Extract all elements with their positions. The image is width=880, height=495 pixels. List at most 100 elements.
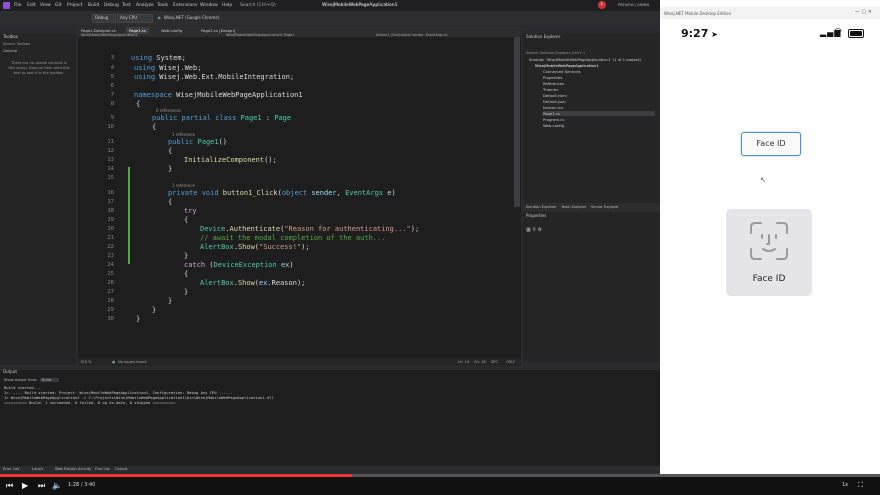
sol-default-html[interactable]: Default.html [543,93,567,98]
sol-references[interactable]: References [543,81,564,86]
line-number: 5 [110,74,114,80]
playback-speed[interactable]: 1x [842,482,848,488]
menu-debug[interactable]: Debug [104,3,119,8]
code-line-30: } [136,315,141,323]
menu-window[interactable]: Window [200,3,218,8]
line-number: 16 [107,190,114,196]
sol-web-config[interactable]: Web.config [543,123,564,128]
user-avatar[interactable]: L [598,1,606,9]
line-gutter: 3 4 5 6 7 8 9 10 11 12 13 14 15 16 17 18 19 20 21 22 23 24 25 2… [78,37,130,358]
sol-properties[interactable]: Properties [543,75,562,80]
tab-web-publish[interactable]: Web Publish Activity [55,467,91,471]
menu-project[interactable]: Project [67,3,82,8]
code-editor[interactable]: 3 4 5 6 7 8 9 10 11 12 13 14 15 16 17 18 19 20 21 22 23 24 25 2… [78,37,521,366]
run-target-button[interactable]: Wisej.NET (Google Chrome) [164,15,219,20]
menu-test[interactable]: Test [122,3,131,8]
tab-web-config[interactable]: Web.config [158,27,185,34]
menu-bar: File Edit View Git Project Build Debug T… [0,0,660,11]
tab-locals[interactable]: Locals [32,467,43,471]
sol-connected-services[interactable]: Connected Services [543,69,581,74]
line-number: 27 [107,289,114,295]
output-line-4: ========== Build: 1 succeeded, 0 failed,… [4,400,176,405]
column-position: Ch: 16 [474,360,486,364]
line-number: 28 [107,298,114,304]
bottom-tool-tabs: Error List Locals Web Publish Activity F… [0,466,660,471]
code-line-25: { [184,270,189,278]
fullscreen-icon[interactable]: ⛶ [858,481,863,490]
next-icon[interactable]: ⏭ [38,481,45,491]
sol-themes[interactable]: Themes [543,87,558,92]
line-number: 25 [107,271,114,277]
code-line-9: public partial class Page1 : Page [152,114,292,122]
code-line-11: public Page1() [168,138,228,146]
solution-bottom-tabs: Solution Explorer Team Explorer Server E… [523,203,660,211]
video-player-bar: ⏮ ▶ ⏭ 🔈 1:28 / 3:40 1x ⛶ [0,477,880,495]
menu-extensions[interactable]: Extensions [173,3,197,8]
solution-root[interactable]: Solution 'WisejMobileWebPageApplication1… [529,57,641,62]
code-line-29: } [152,306,157,314]
menu-analyze[interactable]: Analyze [136,3,154,8]
output-source-dropdown[interactable]: Build [40,378,60,382]
code-line-24: catch (DeviceException ex) [184,261,294,269]
issues-status[interactable]: No issues found [118,360,147,364]
code-line-20: Device.Authenticate("Reason for authenti… [200,225,420,233]
zoom-level[interactable]: 150 % [80,360,91,364]
menu-edit[interactable]: Edit [27,3,36,8]
line-number: 23 [107,253,114,259]
line-number: 13 [107,157,114,163]
search-box[interactable]: Search (Ctrl+Q) [240,3,276,8]
sol-default-json[interactable]: Default.json [543,99,566,104]
code-line-23: } [184,252,189,260]
sol-favicon[interactable]: favicon.ico [543,105,563,110]
code-line-4: using Wisej.Web; [134,64,202,72]
properties-title: Properties [526,213,547,218]
sol-page1[interactable]: Page1.cs [543,111,655,116]
menu-view[interactable]: View [40,3,51,8]
line-number: 19 [107,217,114,223]
status-time: 9:27 ➤ [681,27,718,40]
run-icon[interactable]: ▶ [158,15,161,20]
properties-toolbar-icon[interactable]: ▦ ⚲ ⚙ [526,227,542,233]
menu-file[interactable]: File [14,3,22,8]
menu-tools[interactable]: Tools [157,3,168,8]
menu-help[interactable]: Help [222,3,232,8]
face-id-dialog-label: Face ID [752,274,786,284]
play-icon[interactable]: ▶ [22,481,28,490]
toolbox-section-general[interactable]: General [3,49,17,53]
code-line-27: } [184,288,189,296]
volume-icon[interactable]: 🔈 [52,481,62,490]
tab-error-list[interactable]: Error List [3,467,19,471]
editor-scrollbar[interactable] [514,37,520,207]
toolbox-title: Toolbox [3,34,18,39]
tab-solution-explorer[interactable]: Solution Explorer [526,205,557,209]
line-number: 12 [107,148,114,154]
code-line-18: try [184,207,197,215]
mouse-cursor-icon: ↖ [760,176,766,184]
tab-server-explorer[interactable]: Server Explorer [591,205,619,209]
line-number: 11 [107,139,114,145]
line-number: 7 [110,92,114,98]
preview-label: PREVIEW / ADMIN [618,3,650,7]
ref-hint-2: 1 reference [172,132,195,137]
project-node[interactable]: WisejMobileWebPageApplication1 [535,63,599,68]
sol-program[interactable]: Program.cs [543,117,564,122]
tab-team-explorer[interactable]: Team Explorer [561,205,587,209]
tab-find-list[interactable]: Find List [95,467,110,471]
line-number: 14 [107,166,114,172]
line-number: 21 [107,235,114,241]
code-line-19: { [184,216,189,224]
menu-git[interactable]: Git [55,3,62,8]
solution-search[interactable]: Search Solution Explorer (Ctrl+;) [526,51,585,55]
window-controls-icon[interactable]: — ▢ ✕ [855,9,872,15]
face-id-button[interactable]: Face ID [741,132,801,156]
editor-status-strip: 150 % ● No issues found Ln: 14 Ch: 16 SP… [78,358,521,366]
menu-build[interactable]: Build [88,3,99,8]
previous-icon[interactable]: ⏮ [6,481,13,491]
line-number: 30 [107,316,114,322]
code-line-7: namespace WisejMobileWebPageApplication1 [134,91,303,99]
tab-output[interactable]: Output [115,467,127,471]
code-line-12: { [168,147,173,155]
line-number: 4 [110,65,114,71]
properties-pane: Properties ▦ ⚲ ⚙ [523,212,660,362]
toolbox-search[interactable]: Search Toolbox [3,42,30,46]
